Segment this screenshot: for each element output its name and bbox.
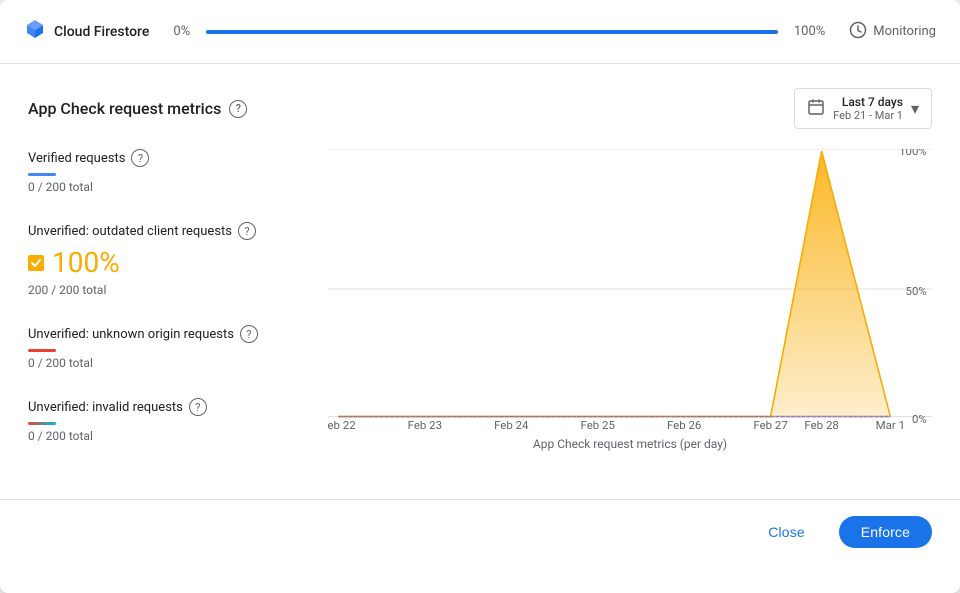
- area-fill: [338, 151, 932, 416]
- enforce-button[interactable]: Enforce: [839, 516, 932, 548]
- metric-verified-line: [28, 173, 56, 176]
- metric-verified: Verified requests ? 0 / 200 total: [28, 149, 308, 194]
- chevron-down-icon: ▾: [911, 99, 919, 118]
- chart-x-axis-title: App Check request metrics (per day): [328, 437, 932, 451]
- svg-text:0%: 0%: [912, 412, 927, 426]
- progress-bar: [206, 30, 778, 34]
- progress-fill: [206, 30, 778, 34]
- svg-text:100%: 100%: [899, 149, 927, 158]
- main-content: App Check request metrics ? Last 7 days …: [0, 64, 960, 491]
- progress-section: 0% 100%: [173, 24, 825, 39]
- left-metrics: Verified requests ? 0 / 200 total Unveri…: [28, 149, 328, 471]
- metric-outdated-name: Unverified: outdated client requests ?: [28, 222, 308, 240]
- progress-start: 0%: [173, 24, 190, 39]
- svg-text:Feb 28: Feb 28: [804, 418, 838, 429]
- metrics-title-group: App Check request metrics ?: [28, 99, 247, 118]
- date-range-label: Last 7 days: [842, 95, 903, 109]
- firestore-icon: [24, 18, 46, 45]
- metric-outdated-value-row: 100%: [28, 246, 308, 279]
- service-info: Cloud Firestore: [24, 18, 149, 45]
- metric-invalid: Unverified: invalid requests ? 0 / 200 t…: [28, 398, 308, 443]
- metric-outdated-checkbox[interactable]: [28, 255, 44, 271]
- chart-svg: 100% 50% 0%: [328, 149, 932, 429]
- svg-text:Feb 24: Feb 24: [494, 418, 529, 429]
- monitoring-label: Monitoring: [873, 24, 936, 39]
- date-range-text: Last 7 days Feb 21 - Mar 1: [833, 95, 903, 122]
- date-range-picker[interactable]: Last 7 days Feb 21 - Mar 1 ▾: [794, 88, 932, 129]
- dialog: Cloud Firestore 0% 100% Monitoring App C…: [0, 0, 960, 593]
- chart-area: 100% 50% 0%: [328, 149, 932, 469]
- svg-text:Feb 27: Feb 27: [753, 418, 787, 429]
- clock-icon: [849, 21, 867, 43]
- svg-text:Feb 23: Feb 23: [408, 418, 442, 429]
- date-range-sub: Feb 21 - Mar 1: [833, 109, 903, 122]
- top-bar: Cloud Firestore 0% 100% Monitoring: [0, 0, 960, 64]
- close-button[interactable]: Close: [746, 516, 827, 548]
- service-name: Cloud Firestore: [54, 24, 149, 40]
- metric-outdated-percent: 100%: [52, 246, 120, 279]
- metric-verified-help[interactable]: ?: [131, 149, 149, 167]
- metrics-header: App Check request metrics ? Last 7 days …: [28, 88, 932, 129]
- metric-unknown: Unverified: unknown origin requests ? 0 …: [28, 325, 308, 370]
- metric-invalid-help[interactable]: ?: [189, 398, 207, 416]
- progress-end: 100%: [794, 24, 825, 39]
- svg-text:50%: 50%: [906, 284, 927, 298]
- metric-outdated-help[interactable]: ?: [238, 222, 256, 240]
- metric-unknown-name: Unverified: unknown origin requests ?: [28, 325, 308, 343]
- metric-unknown-help[interactable]: ?: [240, 325, 258, 343]
- metric-verified-name: Verified requests ?: [28, 149, 308, 167]
- calendar-icon: [807, 98, 825, 120]
- metric-outdated-total: 200 / 200 total: [28, 283, 308, 297]
- metric-invalid-name: Unverified: invalid requests ?: [28, 398, 308, 416]
- svg-text:Feb 26: Feb 26: [667, 418, 701, 429]
- metric-unknown-total: 0 / 200 total: [28, 356, 308, 370]
- metrics-title-text: App Check request metrics: [28, 99, 221, 118]
- metric-outdated: Unverified: outdated client requests ? 1…: [28, 222, 308, 297]
- metric-invalid-total: 0 / 200 total: [28, 429, 308, 443]
- monitoring-link[interactable]: Monitoring: [849, 21, 936, 43]
- svg-text:Feb 22: Feb 22: [328, 418, 356, 429]
- svg-text:Mar 1: Mar 1: [876, 418, 905, 429]
- metric-unknown-line: [28, 349, 56, 352]
- svg-text:Feb 25: Feb 25: [581, 418, 615, 429]
- title-help-icon[interactable]: ?: [229, 100, 247, 118]
- metric-verified-total: 0 / 200 total: [28, 180, 308, 194]
- footer: Close Enforce: [0, 499, 960, 568]
- chart-layout: Verified requests ? 0 / 200 total Unveri…: [28, 149, 932, 471]
- metric-invalid-line: [28, 422, 56, 425]
